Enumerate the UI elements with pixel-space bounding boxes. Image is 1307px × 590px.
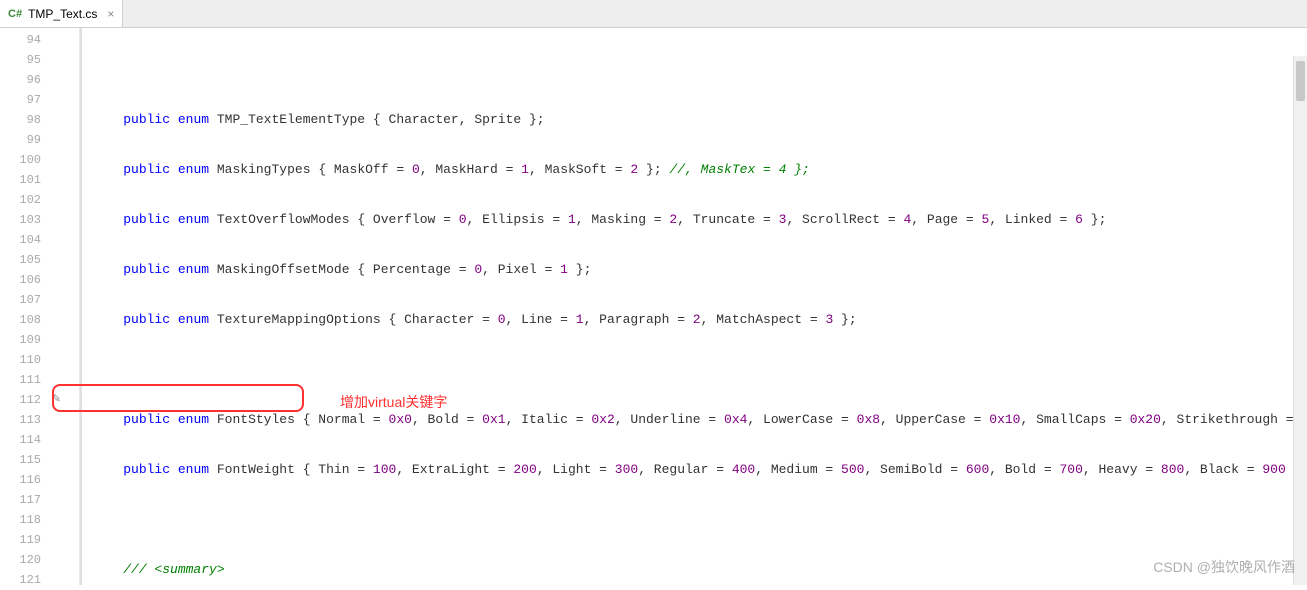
code-line: public enum TMP_TextElementType { Charac… — [92, 110, 1307, 130]
code-line: /// <summary> — [92, 560, 1307, 580]
line-number: 94 — [0, 30, 47, 50]
marker-column — [48, 28, 66, 585]
line-number: 105 — [0, 250, 47, 270]
line-number: 121 — [0, 570, 47, 590]
tab-filename: TMP_Text.cs — [28, 7, 97, 21]
code-line — [92, 60, 1307, 80]
code-line: public enum MaskingOffsetMode { Percenta… — [92, 260, 1307, 280]
fold-column — [66, 28, 80, 585]
code-line — [92, 510, 1307, 530]
tab-tmp-text[interactable]: C# TMP_Text.cs × — [0, 0, 123, 27]
line-number: 104 — [0, 230, 47, 250]
line-number: 110 — [0, 350, 47, 370]
tab-bar: C# TMP_Text.cs × — [0, 0, 1307, 28]
line-number: 95 — [0, 50, 47, 70]
line-number: 97 — [0, 90, 47, 110]
code-line: public enum FontWeight { Thin = 100, Ext… — [92, 460, 1307, 480]
line-number: 102 — [0, 190, 47, 210]
line-number: 103 — [0, 210, 47, 230]
line-number: 118 — [0, 510, 47, 530]
line-number: 98 — [0, 110, 47, 130]
close-icon[interactable]: × — [107, 7, 114, 21]
vertical-scrollbar[interactable] — [1293, 56, 1307, 585]
line-number: 112 — [0, 390, 47, 410]
line-number: 99 — [0, 130, 47, 150]
line-number: 119 — [0, 530, 47, 550]
line-number: 108 — [0, 310, 47, 330]
code-line — [92, 360, 1307, 380]
annotation-highlight-box — [82, 384, 304, 412]
line-number: 113 — [0, 410, 47, 430]
csharp-file-icon: C# — [8, 8, 22, 20]
code-area[interactable]: public enum TMP_TextElementType { Charac… — [82, 28, 1307, 585]
scrollbar-thumb[interactable] — [1296, 61, 1305, 101]
code-line: public enum TextureMappingOptions { Char… — [92, 310, 1307, 330]
line-number: 114 — [0, 430, 47, 450]
line-number: 116 — [0, 470, 47, 490]
line-number: 106 — [0, 270, 47, 290]
annotation-text: 增加virtual关键字 — [340, 392, 447, 412]
code-line: public enum TextOverflowModes { Overflow… — [92, 210, 1307, 230]
line-number: 117 — [0, 490, 47, 510]
editor-area: 9495969798991001011021031041051061071081… — [0, 28, 1307, 585]
line-number: 115 — [0, 450, 47, 470]
code-line: public enum MaskingTypes { MaskOff = 0, … — [92, 160, 1307, 180]
line-number: 96 — [0, 70, 47, 90]
line-number: 107 — [0, 290, 47, 310]
line-number: 109 — [0, 330, 47, 350]
line-number: 100 — [0, 150, 47, 170]
code-line: public enum FontStyles { Normal = 0x0, B… — [92, 410, 1307, 430]
line-number: 111 — [0, 370, 47, 390]
line-number: 101 — [0, 170, 47, 190]
line-number: 120 — [0, 550, 47, 570]
line-number-gutter: 9495969798991001011021031041051061071081… — [0, 28, 48, 585]
